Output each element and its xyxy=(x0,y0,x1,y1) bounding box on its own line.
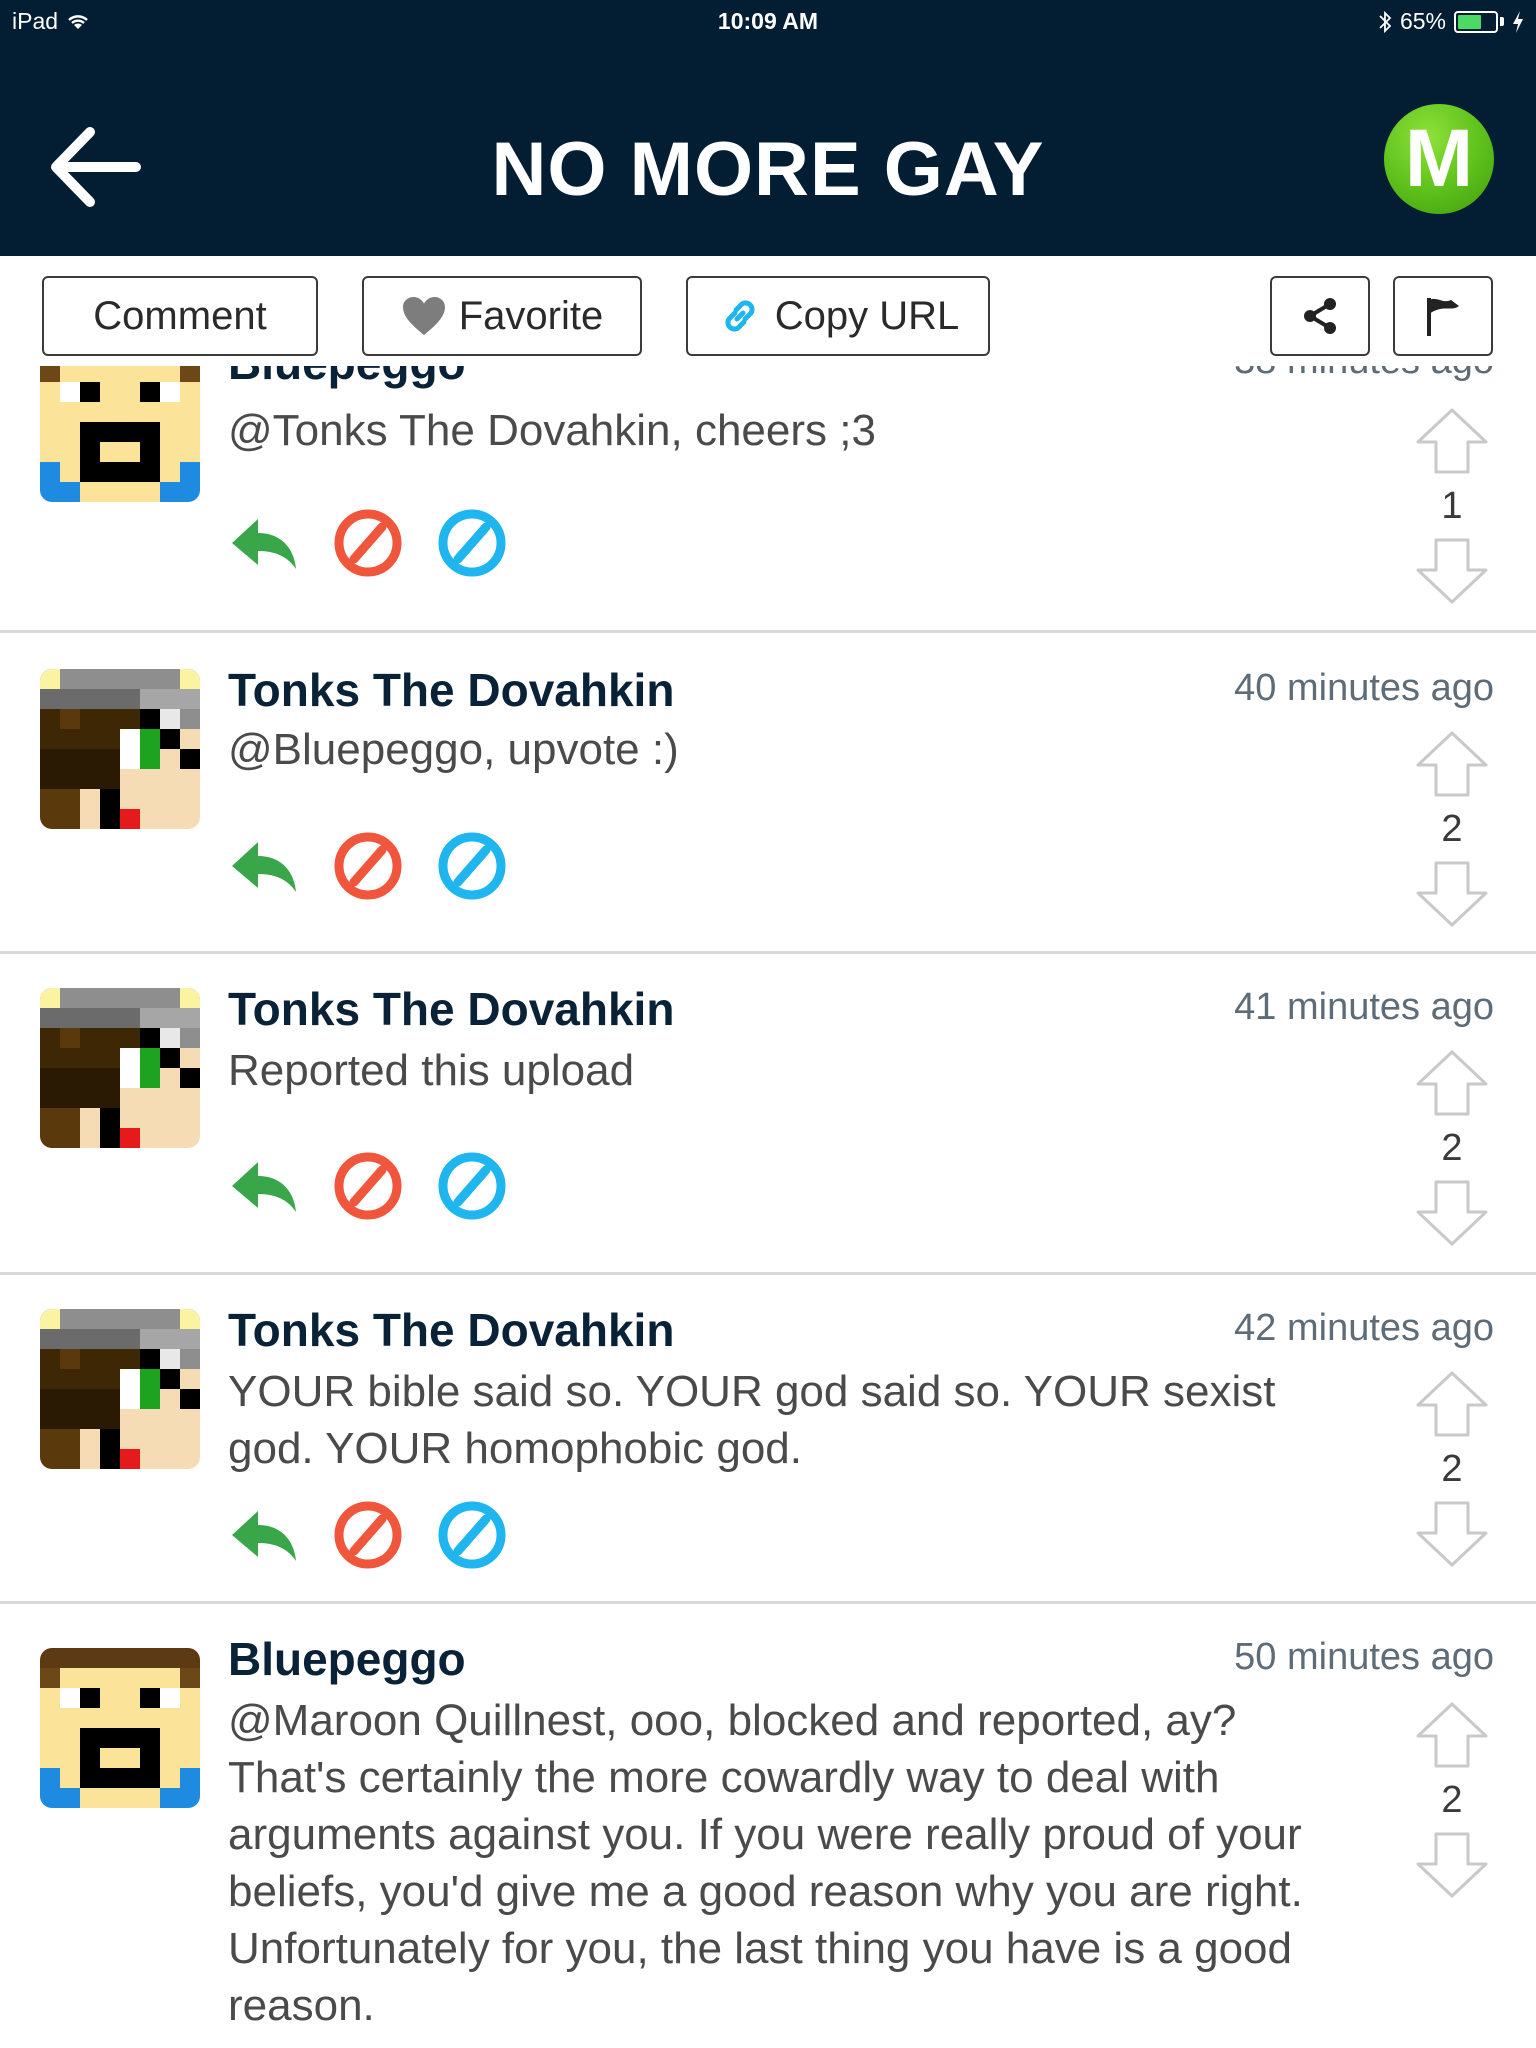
bluetooth-icon xyxy=(1379,10,1392,33)
share-button[interactable] xyxy=(1270,276,1370,356)
app-logo[interactable]: M xyxy=(1384,104,1494,214)
favorite-button[interactable]: Favorite xyxy=(362,276,642,356)
comment-time: 42 minutes ago xyxy=(1234,1307,1494,1349)
reply-icon[interactable] xyxy=(228,830,300,902)
reply-icon[interactable] xyxy=(228,507,300,579)
status-right: 65% xyxy=(1378,8,1524,35)
downvote-arrow-icon[interactable] xyxy=(1414,1830,1490,1900)
reply-icon[interactable] xyxy=(228,1150,300,1222)
comment-author[interactable]: Tonks The Dovahkin xyxy=(228,1303,674,1357)
downvote-arrow-icon[interactable] xyxy=(1414,859,1490,929)
vote-count: 2 xyxy=(1441,1127,1463,1169)
comment-actions xyxy=(228,507,508,579)
comment-time: 41 minutes ago xyxy=(1234,986,1494,1028)
comment-author[interactable]: Tonks The Dovahkin xyxy=(228,982,674,1036)
comment-author[interactable]: Tonks The Dovahkin xyxy=(228,663,674,717)
comment-actions xyxy=(228,1499,508,1571)
avatar[interactable] xyxy=(40,366,200,502)
comment-author[interactable]: Bluepeggo xyxy=(228,366,466,390)
comment-list: Bluepeggo 38 minutes ago @Tonks The Dova… xyxy=(0,366,1536,2048)
vote-controls: 2 xyxy=(1414,729,1490,929)
avatar[interactable] xyxy=(40,669,200,829)
action-toolbar: Comment Favorite Copy URL xyxy=(0,256,1536,366)
downvote-arrow-icon[interactable] xyxy=(1414,1178,1490,1248)
block-icon[interactable] xyxy=(332,507,404,579)
comment-text: @Bluepeggo, upvote :) xyxy=(228,725,679,774)
vote-controls: 2 xyxy=(1414,1048,1490,1248)
comment-time: 40 minutes ago xyxy=(1234,667,1494,709)
avatar[interactable] xyxy=(40,1309,200,1469)
comment-time: 38 minutes ago xyxy=(1234,366,1494,383)
report-icon[interactable] xyxy=(436,507,508,579)
flag-button[interactable] xyxy=(1393,276,1493,356)
upvote-arrow-icon[interactable] xyxy=(1414,406,1490,476)
comment-text: Reported this upload xyxy=(228,1046,635,1095)
upvote-arrow-icon[interactable] xyxy=(1414,1369,1490,1439)
comment-author[interactable]: Bluepeggo xyxy=(228,1632,466,1686)
vote-controls: 1 xyxy=(1414,406,1490,606)
comment-actions xyxy=(228,830,508,902)
link-icon xyxy=(725,300,755,332)
flag-icon xyxy=(1427,298,1459,336)
avatar[interactable] xyxy=(40,988,200,1148)
block-icon[interactable] xyxy=(332,1150,404,1222)
comment-item: Tonks The Dovahkin 42 minutes ago YOUR b… xyxy=(0,1275,1536,1601)
comment-button[interactable]: Comment xyxy=(42,276,318,356)
report-icon[interactable] xyxy=(436,1499,508,1571)
vote-count: 1 xyxy=(1441,485,1463,527)
comment-item: Bluepeggo 50 minutes ago @Maroon Quillne… xyxy=(0,1604,1536,2048)
upvote-arrow-icon[interactable] xyxy=(1414,729,1490,799)
copy-url-button-label: Copy URL xyxy=(774,293,960,338)
block-icon[interactable] xyxy=(332,830,404,902)
heart-icon xyxy=(402,297,445,335)
status-time: 10:09 AM xyxy=(717,8,819,34)
block-icon[interactable] xyxy=(332,1499,404,1571)
favorite-button-label: Favorite xyxy=(458,293,604,338)
comment-item: Tonks The Dovahkin 41 minutes ago Report… xyxy=(0,954,1536,1272)
comment-button-label: Comment xyxy=(93,293,267,338)
battery-icon xyxy=(1454,10,1498,33)
comment-text: @Tonks The Dovahkin, cheers ;3 xyxy=(228,406,876,455)
vote-controls: 2 xyxy=(1414,1700,1490,1900)
battery-percent: 65% xyxy=(1399,8,1446,34)
vote-count: 2 xyxy=(1441,808,1463,850)
status-bar: iPad 10:09 AM 65% xyxy=(0,0,1536,42)
comment-text: YOUR bible said so. YOUR god said so. YO… xyxy=(228,1367,1276,1473)
vote-count: 2 xyxy=(1441,1779,1463,1821)
comment-item: Tonks The Dovahkin 40 minutes ago @Bluep… xyxy=(0,633,1536,951)
upvote-arrow-icon[interactable] xyxy=(1414,1048,1490,1118)
page-title: NO MORE GAY xyxy=(491,127,1045,212)
reply-icon[interactable] xyxy=(228,1499,300,1571)
copy-url-button[interactable]: Copy URL xyxy=(686,276,990,356)
avatar[interactable] xyxy=(40,1648,200,1808)
upvote-arrow-icon[interactable] xyxy=(1414,1700,1490,1770)
share-icon xyxy=(1304,298,1336,334)
app-header: iPad 10:09 AM 65% NO MORE GAY M xyxy=(0,0,1536,256)
comment-time: 50 minutes ago xyxy=(1234,1636,1494,1678)
report-icon[interactable] xyxy=(436,1150,508,1222)
vote-controls: 2 xyxy=(1414,1369,1490,1569)
battery-tip xyxy=(1500,17,1504,26)
vote-count: 2 xyxy=(1441,1448,1463,1490)
downvote-arrow-icon[interactable] xyxy=(1414,536,1490,606)
charging-icon xyxy=(1513,10,1523,33)
report-icon[interactable] xyxy=(436,830,508,902)
downvote-arrow-icon[interactable] xyxy=(1414,1499,1490,1569)
comment-actions xyxy=(228,1150,508,1222)
comment-text: @Maroon Quillnest, ooo, blocked and repo… xyxy=(228,1696,1303,2030)
battery-fill xyxy=(1458,14,1481,29)
